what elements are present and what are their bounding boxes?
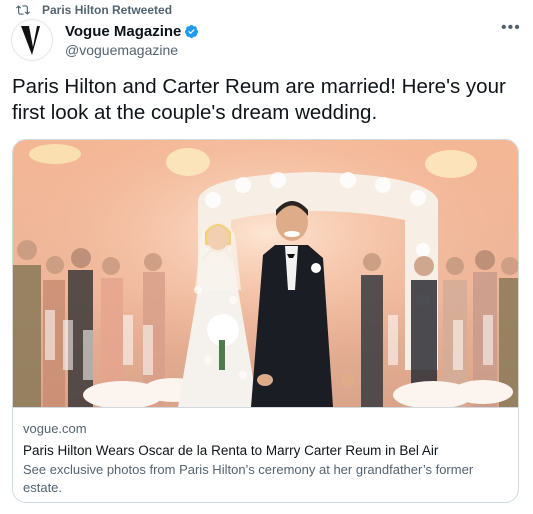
more-options-icon[interactable]: •••: [501, 20, 520, 38]
retweet-label: Paris Hilton Retweeted: [42, 3, 173, 17]
verified-badge-icon: [185, 24, 199, 38]
tweet-text: Paris Hilton and Carter Reum are married…: [12, 75, 506, 124]
card-meta: vogue.com Paris Hilton Wears Oscar de la…: [23, 421, 508, 497]
vogue-logo-icon: [21, 26, 40, 55]
author-handle[interactable]: @voguemagazine: [65, 42, 199, 58]
link-card[interactable]: vogue.com Paris Hilton Wears Oscar de la…: [12, 139, 519, 503]
card-description: See exclusive photos from Paris Hilton’s…: [23, 462, 474, 495]
retweet-context[interactable]: Paris Hilton Retweeted: [15, 2, 172, 18]
retweet-icon: [16, 5, 30, 15]
wedding-photo: [13, 140, 518, 408]
avatar[interactable]: [11, 19, 53, 61]
author-name[interactable]: Vogue Magazine: [65, 23, 181, 40]
author-block: Vogue Magazine @voguemagazine: [65, 22, 199, 58]
card-headline[interactable]: Paris Hilton Wears Oscar de la Renta to …: [23, 442, 508, 459]
card-domain: vogue.com: [23, 421, 87, 436]
